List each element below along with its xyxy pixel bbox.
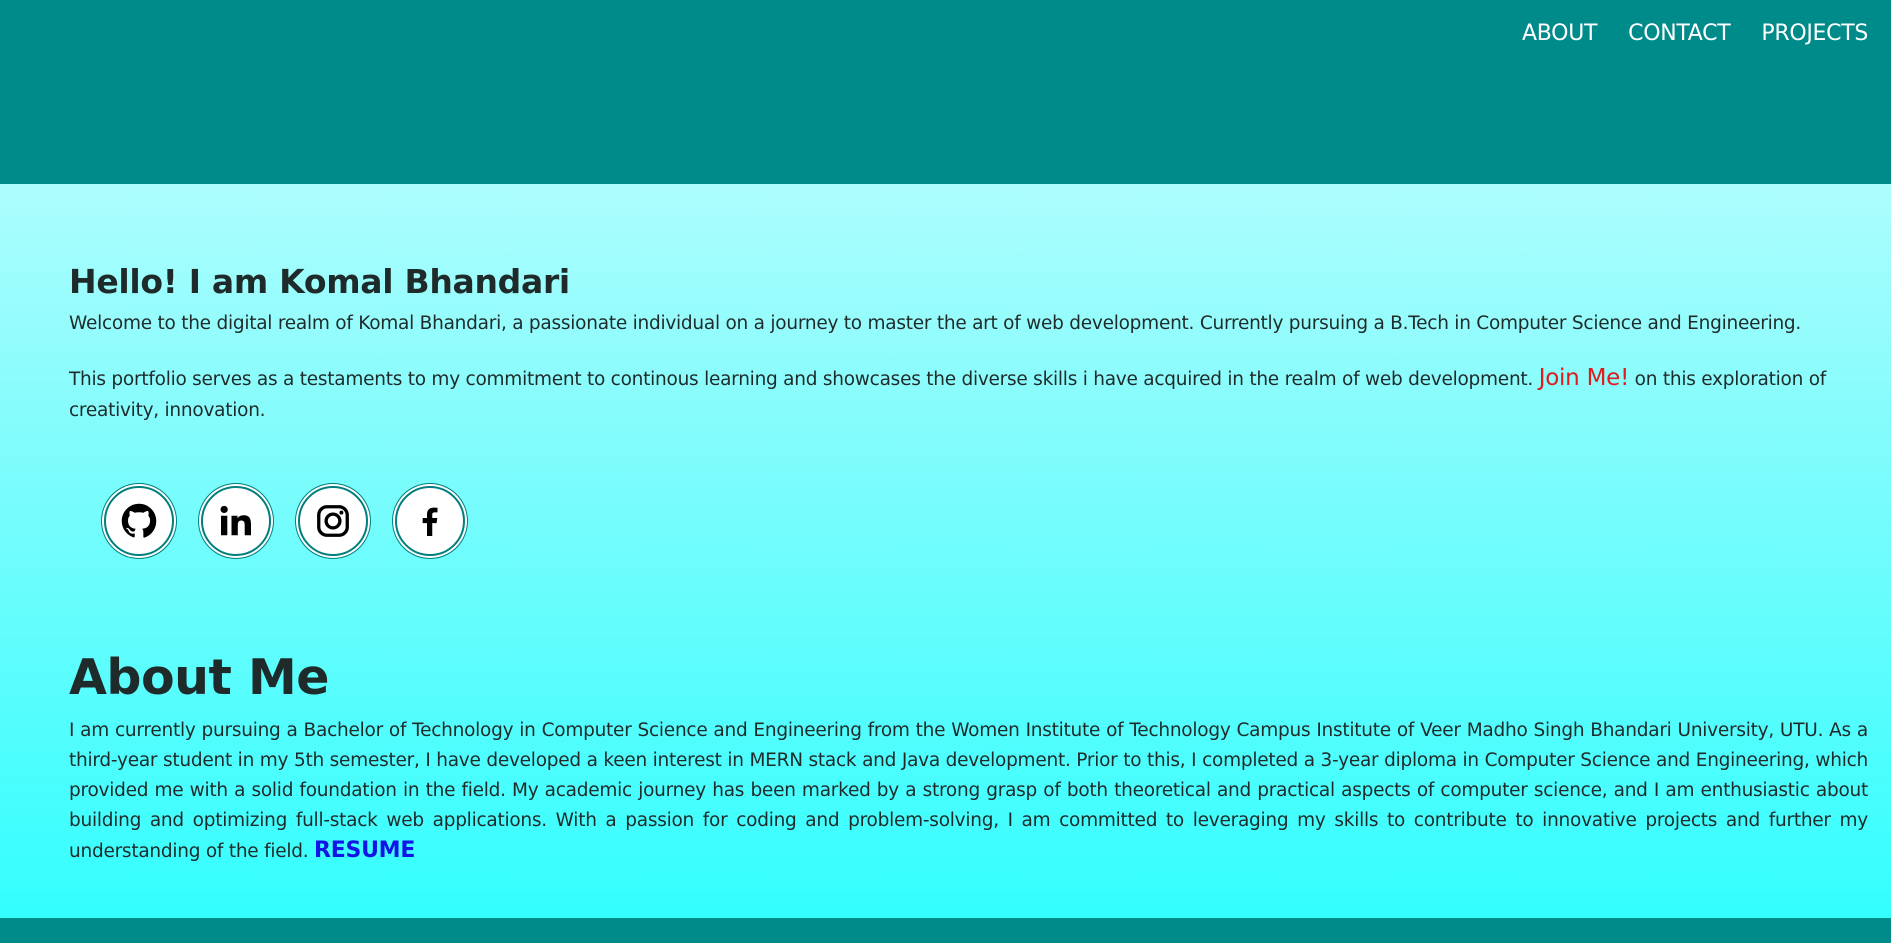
instagram-icon [317, 505, 349, 537]
nav-projects-link[interactable]: PROJECTS [1761, 20, 1868, 48]
github-icon [121, 503, 157, 538]
about-section: About Me I am currently pursuing a Bache… [69, 646, 1868, 867]
facebook-icon [422, 507, 438, 536]
greeting-heading: Hello! I am Komal Bhandari [69, 262, 570, 301]
site-header: ABOUT CONTACT PROJECTS [0, 0, 1891, 184]
nav-contact-link[interactable]: CONTACT [1628, 20, 1731, 48]
nav-about-link[interactable]: ABOUT [1522, 20, 1597, 48]
about-paragraph: I am currently pursuing a Bachelor of Te… [69, 716, 1868, 867]
portfolio-paragraph: This portfolio serves as a testaments to… [69, 363, 1869, 426]
resume-link[interactable]: RESUME [314, 838, 415, 863]
linkedin-link[interactable] [201, 486, 271, 556]
github-link[interactable] [104, 486, 174, 556]
facebook-link[interactable] [395, 486, 465, 556]
instagram-link[interactable] [298, 486, 368, 556]
main-nav: ABOUT CONTACT PROJECTS [1522, 20, 1868, 48]
social-links [104, 486, 465, 556]
footer-bar [0, 918, 1891, 943]
about-heading: About Me [69, 649, 330, 706]
intro-section: Hello! I am Komal Bhandari Welcome to th… [69, 258, 1869, 426]
linkedin-icon [220, 505, 251, 536]
portfolio-text-before: This portfolio serves as a testaments to… [69, 369, 1539, 390]
join-me-link[interactable]: Join Me! [1539, 365, 1630, 391]
intro-paragraph: Welcome to the digital realm of Komal Bh… [69, 313, 1802, 334]
